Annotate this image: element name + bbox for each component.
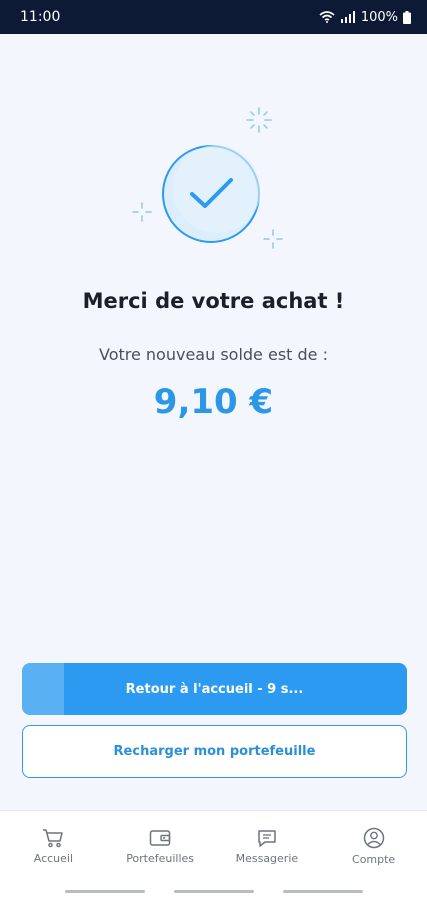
success-illustration <box>124 100 304 260</box>
sparkle-icon <box>263 229 283 249</box>
nav-item-label: Accueil <box>33 852 74 865</box>
recharge-wallet-button-label: Recharger mon portefeuille <box>113 744 316 759</box>
wifi-icon <box>319 11 335 23</box>
bottom-nav: Accueil Portefeuilles Messagerie Compte <box>0 810 427 882</box>
nav-item-messagerie[interactable]: Messagerie <box>217 828 317 865</box>
balance-amount: 9,10 € <box>153 382 274 422</box>
status-time: 11:00 <box>20 9 61 25</box>
signal-icon <box>340 11 356 23</box>
status-bar: 11:00 100% <box>0 0 427 34</box>
account-icon <box>363 827 384 849</box>
battery-icon <box>403 10 411 24</box>
countdown-progress <box>22 663 65 715</box>
nav-item-compte[interactable]: Compte <box>324 827 424 866</box>
gesture-handle[interactable] <box>173 889 254 893</box>
nav-item-label: Compte <box>352 853 396 866</box>
nav-item-portefeuilles[interactable]: Portefeuilles <box>110 828 210 865</box>
nav-item-label: Portefeuilles <box>126 852 195 865</box>
wallet-icon <box>149 830 171 846</box>
sparkle-icon <box>132 202 152 222</box>
nav-item-accueil[interactable]: Accueil <box>3 828 103 865</box>
back-home-button[interactable]: Retour à l'accueil - 9 s... <box>22 663 407 715</box>
cart-icon <box>43 829 64 848</box>
gesture-handle[interactable] <box>64 889 145 893</box>
sparkle-icon <box>246 107 272 133</box>
gesture-handle[interactable] <box>282 889 363 893</box>
gesture-bar <box>0 882 427 900</box>
nav-item-label: Messagerie <box>235 852 299 865</box>
status-indicators: 100% <box>319 10 411 25</box>
recharge-wallet-button[interactable]: Recharger mon portefeuille <box>22 725 407 778</box>
page-title: Merci de votre achat ! <box>82 289 345 313</box>
balance-label: Votre nouveau solde est de : <box>98 345 328 364</box>
battery-text: 100% <box>360 9 398 25</box>
chat-icon <box>258 830 276 847</box>
back-home-button-label: Retour à l'accueil - 9 s... <box>125 681 304 697</box>
